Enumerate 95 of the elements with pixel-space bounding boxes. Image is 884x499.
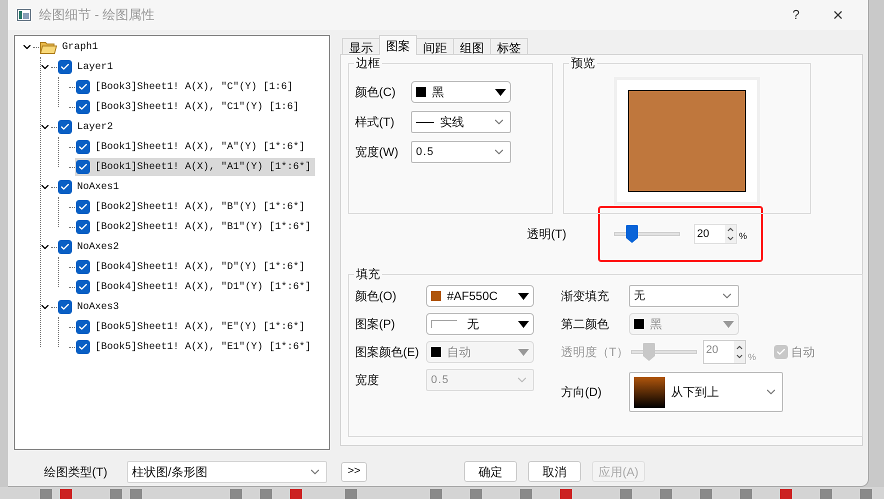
tab[interactable]: 标签 [490,38,528,56]
checkbox[interactable] [58,60,72,74]
color-dropdown[interactable]: #AF550C [426,285,534,308]
tree-item[interactable]: NoAxes3 [77,300,120,315]
tree-item[interactable]: NoAxes2 [77,240,120,255]
plot-type-dropdown[interactable]: 柱状图/条形图 [127,460,327,483]
checkbox-label: 自动 [791,344,816,362]
unit-label: % [748,350,756,364]
field-label: 绘图类型(T) [44,464,108,481]
checkmark-icon [60,62,70,72]
tree-item[interactable]: Layer1 [77,60,114,75]
checkmark-icon [78,222,88,232]
folder-icon [40,40,57,54]
checkbox[interactable] [76,280,90,294]
checkbox[interactable] [76,100,90,114]
line-style-dropdown[interactable]: 实线 [411,111,511,134]
checkmark-icon [78,322,88,332]
help-button[interactable]: ? [776,1,816,30]
pattern-swatch-icon [431,320,457,328]
dropdown[interactable]: 0.5 [411,141,511,164]
field-label: 图案(P) [355,316,396,334]
slider-thumb[interactable] [626,224,638,243]
tab[interactable]: 图案 [379,35,417,56]
dropdown-arrow-icon [723,320,734,328]
line-sample-icon [416,122,434,124]
unit-label: % [739,230,748,244]
checkmark-icon [776,347,786,358]
tree-item[interactable]: [Book4]Sheet1! A(X), "D1"(Y) [1*:6*] [95,280,312,295]
checkbox[interactable] [76,220,90,234]
dropdown-arrow-icon [495,88,506,96]
dropdown-arrow-icon [518,320,529,328]
dialog-button[interactable]: 取消 [528,461,581,482]
field-label: 方向(D) [561,384,603,402]
checkmark-icon [60,242,70,252]
field-label: 样式(T) [355,114,396,132]
checkbox[interactable] [76,200,90,214]
field-label: 渐变填充 [561,288,610,306]
checkbox[interactable] [58,120,72,134]
group-title: 预览 [569,55,597,72]
checkbox[interactable] [76,160,90,174]
group-title: 填充 [354,266,382,282]
gradient-swatch-icon [634,376,665,408]
dialog-button[interactable]: 确定 [464,461,517,482]
tree-item[interactable]: [Book4]Sheet1! A(X), "D"(Y) [1*:6*] [95,260,306,275]
field-label: 透明度（T） [561,344,630,362]
tree-item[interactable]: Layer2 [77,120,114,135]
checkmark-icon [78,342,88,352]
checkmark-icon [78,262,88,272]
tree-item[interactable]: Graph1 [62,40,98,55]
field-label: 第二颜色 [561,316,610,334]
checkbox[interactable] [76,320,90,334]
field-label: 颜色(C) [355,84,397,102]
checkbox[interactable] [58,300,72,314]
checkmark-icon [60,302,70,312]
checkbox[interactable] [76,80,90,94]
checkmark-icon [78,282,88,292]
tree-item[interactable]: [Book2]Sheet1! A(X), "B"(Y) [1*:6*] [95,200,306,215]
tree-item[interactable]: [Book5]Sheet1! A(X), "E1"(Y) [1*:6*] [95,340,312,355]
field-label: 颜色(O) [355,288,398,306]
group-title: 边框 [354,55,382,72]
tree-item[interactable]: [Book2]Sheet1! A(X), "B1"(Y) [1*:6*] [95,220,312,235]
checkmark-icon [78,202,88,212]
checkbox[interactable] [76,340,90,354]
dropdown-arrow-icon [518,292,529,300]
checkmark-icon [60,122,70,132]
gradient-dropdown[interactable]: 从下到上 [629,372,783,412]
checkbox[interactable] [76,260,90,274]
checkmark-icon [78,162,88,172]
checkmark-icon [60,182,70,192]
tab[interactable]: 组图 [453,38,491,56]
field-label: 透明(T) [527,226,568,243]
tree-item[interactable]: [Book5]Sheet1! A(X), "E"(Y) [1*:6*] [95,320,306,335]
field-label: 宽度(W) [355,144,400,162]
checkmark-icon [78,82,88,92]
pattern-dropdown[interactable]: 无 [426,313,534,336]
expand-button[interactable]: >> [341,462,367,482]
checkbox[interactable] [58,240,72,254]
checkmark-icon [78,142,88,152]
tree-item[interactable]: NoAxes1 [77,180,120,195]
color-dropdown[interactable]: 黑 [411,81,511,104]
checkmark-icon [78,102,88,112]
dropdown-arrow-icon [518,348,529,356]
tree-item[interactable]: [Book3]Sheet1! A(X), "C"(Y) [1:6] [95,80,294,95]
app-icon [17,9,31,22]
number-spinbox[interactable]: 20 [694,224,737,244]
dropdown[interactable]: 无 [629,285,739,308]
field-label: 宽度 [355,372,380,390]
tree-item[interactable]: [Book3]Sheet1! A(X), "C1"(Y) [1:6] [95,100,300,115]
close-button[interactable]: × [816,1,860,30]
checkbox[interactable] [76,140,90,154]
field-label: 图案颜色(E) [355,344,420,362]
checkbox[interactable] [58,180,72,194]
tree-item[interactable]: [Book1]Sheet1! A(X), "A"(Y) [1*:6*] [95,140,306,155]
window-title: 绘图细节 - 绘图属性 [39,6,155,24]
tab[interactable]: 显示 [342,38,380,56]
